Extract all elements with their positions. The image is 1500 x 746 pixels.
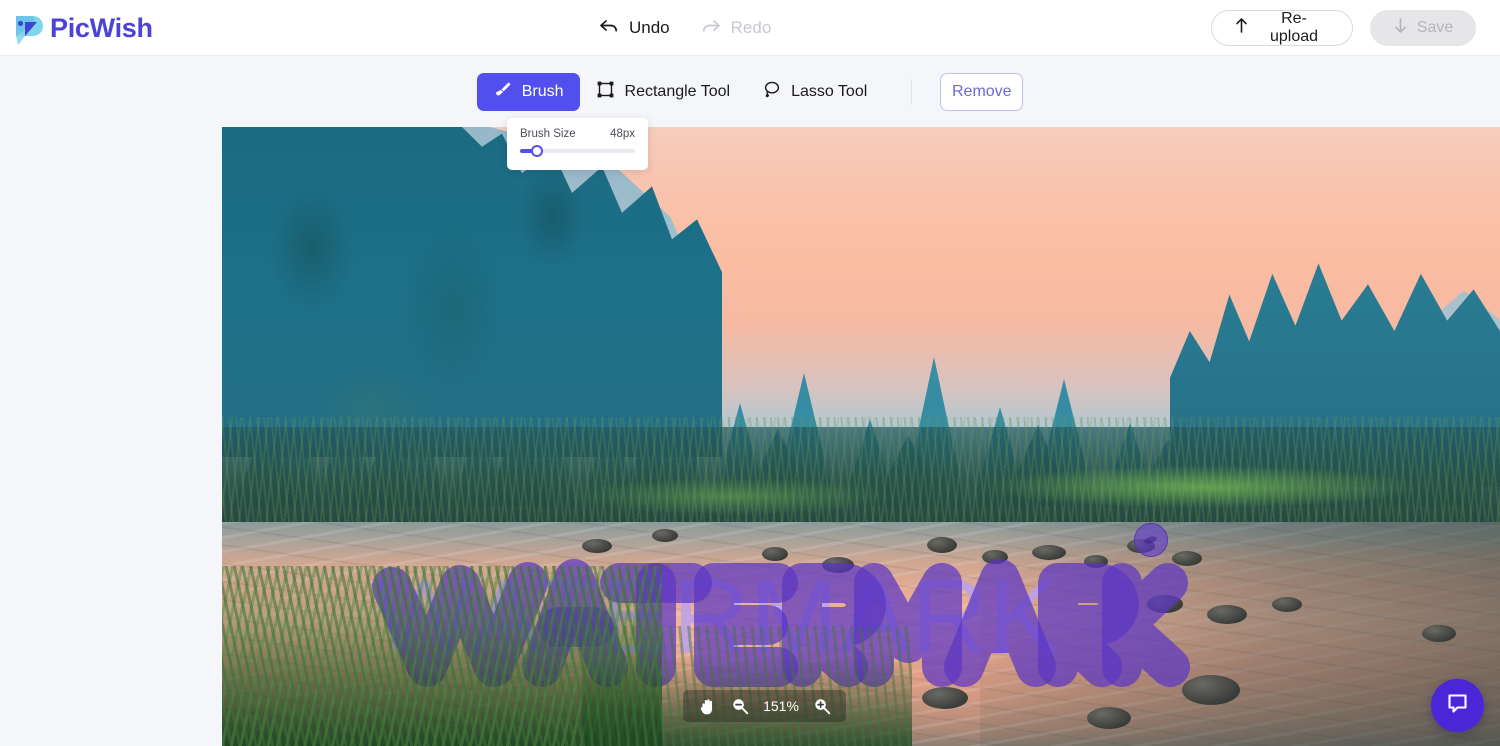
toolbar-divider [911, 79, 913, 105]
image-canvas[interactable]: WATERMARK [222, 127, 1500, 746]
brush-size-label: Brush Size [520, 128, 576, 140]
picwish-bird-logo-icon [6, 8, 44, 48]
app-header: PicWish Undo Redo Re-upload Save [0, 0, 1500, 56]
tool-rectangle[interactable]: Rectangle Tool [580, 73, 747, 111]
re-upload-label: Re-upload [1269, 10, 1319, 45]
tool-rectangle-label: Rectangle Tool [624, 83, 731, 100]
river-rock [1084, 555, 1108, 568]
history-controls: Undo Redo [598, 0, 771, 56]
redo-button[interactable]: Redo [700, 16, 772, 41]
re-upload-button[interactable]: Re-upload [1211, 10, 1353, 46]
zoom-level-value: 151% [763, 698, 799, 714]
river-rock [927, 537, 957, 553]
undo-label: Undo [629, 18, 670, 37]
redo-arrow-icon [700, 16, 722, 41]
brand-name: PicWish [50, 12, 153, 43]
river-rock [1172, 551, 1202, 566]
brush-size-slider-thumb[interactable] [531, 145, 543, 157]
river-rock [922, 687, 968, 709]
magnifier-plus-icon[interactable] [813, 697, 831, 715]
landscape-photo: WATERMARK [222, 127, 1500, 746]
river-rock [1147, 595, 1183, 613]
river-rock [1272, 597, 1302, 612]
brush-size-row: Brush Size 48px [520, 128, 635, 140]
river-rock [1422, 625, 1456, 642]
header-actions: Re-upload Save [1211, 10, 1476, 46]
paintbrush-icon [493, 80, 512, 104]
picwish-watermark-remover-app: PicWish Undo Redo Re-upload Save Brush R… [0, 0, 1500, 746]
brush-size-panel: Brush Size 48px [507, 118, 648, 170]
brush-size-slider[interactable] [520, 145, 635, 157]
upload-arrow-icon [1234, 17, 1249, 39]
magnifier-minus-icon[interactable] [731, 697, 749, 715]
lasso-icon [762, 80, 781, 104]
rectangle-select-icon [596, 80, 615, 104]
bank-grass-highlight-2 [522, 469, 942, 524]
bank-grass-highlight [902, 457, 1500, 517]
brush-cursor [1134, 523, 1168, 557]
left-forest-texture [222, 127, 722, 457]
river-rock [1087, 707, 1131, 729]
undo-button[interactable]: Undo [598, 16, 670, 41]
tool-brush[interactable]: Brush [476, 73, 580, 111]
river-rock [1182, 675, 1240, 705]
tool-lasso-label: Lasso Tool [791, 83, 868, 100]
foreground-grass-center [582, 626, 912, 746]
hand-pan-icon[interactable] [698, 697, 717, 716]
river-rock [652, 529, 678, 542]
download-arrow-icon [1393, 17, 1408, 39]
editing-toolbar: Brush Rectangle Tool Lasso Tool Remove [0, 57, 1500, 127]
chat-widget-button[interactable] [1431, 679, 1484, 732]
tool-lasso[interactable]: Lasso Tool [746, 73, 883, 111]
river-rock [582, 539, 612, 553]
river-rock [1207, 605, 1247, 624]
undo-arrow-icon [598, 16, 620, 41]
zoom-toolbar: 151% [683, 690, 846, 722]
brand-logo[interactable]: PicWish [6, 8, 153, 48]
save-label: Save [1416, 19, 1454, 36]
brush-size-value: 48px [610, 128, 635, 140]
redo-label: Redo [730, 18, 772, 37]
remove-button[interactable]: Remove [940, 73, 1024, 111]
chat-bubble-icon [1445, 691, 1470, 721]
tool-brush-label: Brush [521, 83, 564, 100]
tool-cluster: Brush Rectangle Tool Lasso Tool Remove [476, 73, 1024, 111]
save-button[interactable]: Save [1370, 10, 1476, 46]
